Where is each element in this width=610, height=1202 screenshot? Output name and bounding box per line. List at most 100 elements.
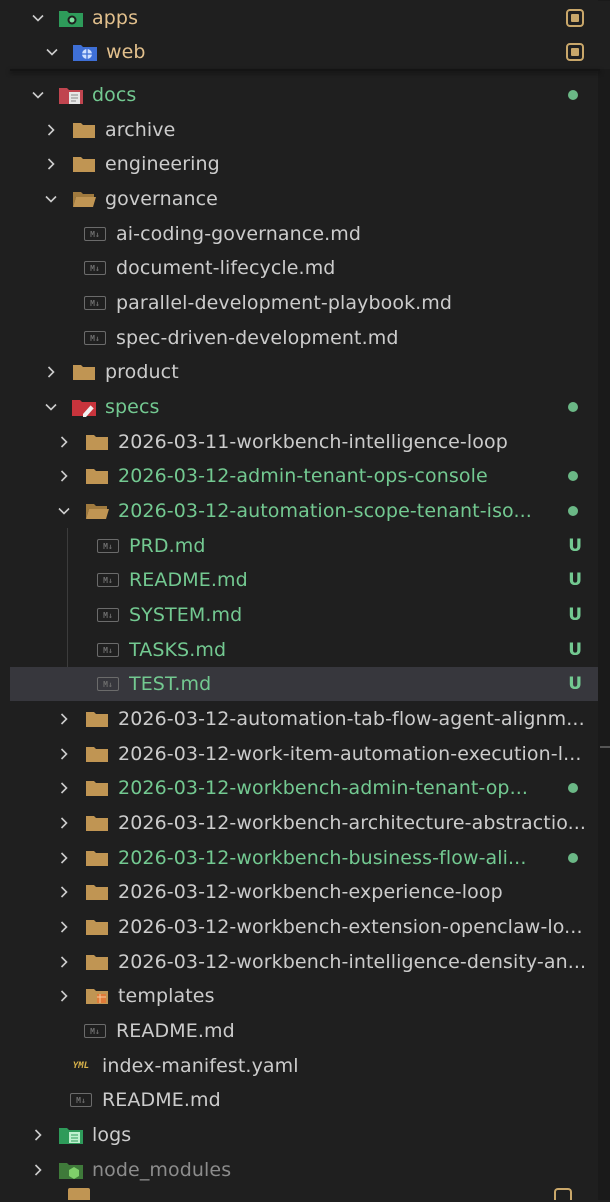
tree-folder-product[interactable]: product xyxy=(10,355,598,389)
tree-label: README.md xyxy=(102,1089,221,1111)
untracked-badge: U xyxy=(568,605,582,625)
tree-folder-docs[interactable]: docs xyxy=(10,78,598,112)
tree-folder-logs[interactable]: logs xyxy=(10,1118,598,1152)
tree-file-docs-readme[interactable]: M↓ README.md xyxy=(10,1083,598,1117)
tree-folder-specs[interactable]: specs xyxy=(10,390,598,424)
tree-label: product xyxy=(105,361,179,383)
folder-open-icon xyxy=(71,188,97,210)
git-status-dot xyxy=(568,90,578,100)
untracked-badge: U xyxy=(568,570,582,590)
folder-icon xyxy=(84,881,110,903)
git-status-dot xyxy=(568,506,578,516)
web-folder-icon xyxy=(72,41,98,63)
tree-label: README.md xyxy=(116,1020,235,1042)
tree-label: ai-coding-governance.md xyxy=(116,223,362,245)
tree-label: spec-driven-development.md xyxy=(116,327,399,349)
chevron-down-icon xyxy=(41,397,61,417)
tree-label: PRD.md xyxy=(129,535,206,557)
tree-file-parallel-development-playbook[interactable]: M↓ parallel-development-playbook.md xyxy=(10,286,598,320)
folder-icon xyxy=(84,708,110,730)
tree-folder-governance[interactable]: governance xyxy=(10,182,598,216)
logs-folder-icon xyxy=(58,1124,84,1146)
tree-label: README.md xyxy=(129,569,248,591)
tree-label: web xyxy=(106,41,146,63)
tree-label: logs xyxy=(92,1124,132,1146)
git-status-badge xyxy=(566,9,584,27)
tree-file-tasks[interactable]: M↓ TASKS.md U xyxy=(10,633,598,667)
vertical-scrollbar-track[interactable] xyxy=(598,0,610,1200)
tree-label: 2026-03-12-workbench-architecture-abstra… xyxy=(118,812,587,834)
chevron-right-icon xyxy=(54,744,74,764)
folder-icon xyxy=(84,465,110,487)
tree-label: 2026-03-12-automation-scope-tenant-iso..… xyxy=(118,500,532,522)
tree-label: 2026-03-12-automation-tab-flow-agent-ali… xyxy=(118,708,585,730)
chevron-right-icon xyxy=(54,917,74,937)
tree-folder-web[interactable]: web xyxy=(0,35,610,69)
templates-folder-icon xyxy=(84,985,110,1007)
chevron-right-icon xyxy=(54,848,74,868)
tree-label: specs xyxy=(105,396,160,418)
tree-file-specs-readme[interactable]: M↓ README.md xyxy=(10,1014,598,1048)
markdown-file-icon: M↓ xyxy=(82,257,108,279)
tree-folder-spec-expanded[interactable]: 2026-03-12-automation-scope-tenant-iso..… xyxy=(10,494,598,528)
tree-label: templates xyxy=(118,985,215,1007)
tree-folder-spec[interactable]: 2026-03-12-admin-tenant-ops-console xyxy=(10,459,598,493)
tree-folder-engineering[interactable]: engineering xyxy=(10,147,598,181)
tree-file-spec-driven-development[interactable]: M↓ spec-driven-development.md xyxy=(10,321,598,355)
markdown-file-icon: M↓ xyxy=(82,1020,108,1042)
chevron-right-icon xyxy=(54,986,74,1006)
docs-folder-icon xyxy=(58,84,84,106)
tree-label: document-lifecycle.md xyxy=(116,257,336,279)
tree-label: TASKS.md xyxy=(129,639,227,661)
chevron-down-icon xyxy=(54,501,74,521)
tree-label: governance xyxy=(105,188,218,210)
tree-folder-archive[interactable]: archive xyxy=(10,113,598,147)
tree-folder-spec[interactable]: 2026-03-12-workbench-architecture-abstra… xyxy=(10,806,598,840)
folder-icon xyxy=(84,777,110,799)
tree-file-readme[interactable]: M↓ README.md U xyxy=(10,563,598,597)
tree-label: 2026-03-12-workbench-extension-openclaw-… xyxy=(118,916,583,938)
tree-file-system[interactable]: M↓ SYSTEM.md U xyxy=(10,598,598,632)
tree-label: parallel-development-playbook.md xyxy=(116,292,453,314)
tree-file-prd[interactable]: M↓ PRD.md U xyxy=(10,529,598,563)
tree-label: TEST.md xyxy=(129,673,212,695)
tree-file-document-lifecycle[interactable]: M↓ document-lifecycle.md xyxy=(10,251,598,285)
git-status-dot xyxy=(568,853,578,863)
tree-folder-spec[interactable]: 2026-03-12-automation-tab-flow-agent-ali… xyxy=(10,702,598,736)
tree-folder-spec[interactable]: 2026-03-12-workbench-intelligence-densit… xyxy=(10,945,598,979)
untracked-badge: U xyxy=(568,674,582,694)
tree-label: archive xyxy=(105,119,176,141)
chevron-right-icon xyxy=(54,813,74,833)
folder-icon xyxy=(84,847,110,869)
tree-folder-apps[interactable]: apps xyxy=(0,1,610,35)
folder-icon xyxy=(84,951,110,973)
tree-folder-spec[interactable]: 2026-03-11-workbench-intelligence-loop xyxy=(10,425,598,459)
tree-label: 2026-03-12-workbench-business-flow-ali..… xyxy=(118,847,527,869)
folder-icon xyxy=(84,743,110,765)
tree-folder-spec[interactable]: 2026-03-12-workbench-experience-loop xyxy=(10,875,598,909)
tree-folder-spec[interactable]: 2026-03-12-workbench-admin-tenant-op... xyxy=(10,771,598,805)
markdown-file-icon: M↓ xyxy=(68,1089,94,1111)
markdown-file-icon: M↓ xyxy=(82,223,108,245)
chevron-down-icon xyxy=(28,8,48,28)
node-modules-folder-icon xyxy=(58,1159,84,1181)
tree-file-ai-coding-governance[interactable]: M↓ ai-coding-governance.md xyxy=(10,217,598,251)
folder-icon xyxy=(68,1188,90,1200)
tree-folder-spec[interactable]: 2026-03-12-workbench-extension-openclaw-… xyxy=(10,910,598,944)
scrollbar-marker xyxy=(600,746,610,748)
chevron-right-icon xyxy=(41,154,61,174)
tree-folder-spec[interactable]: 2026-03-12-work-item-automation-executio… xyxy=(10,737,598,771)
tree-file-test-selected[interactable]: M↓ TEST.md U xyxy=(10,667,598,701)
tree-file-index-manifest[interactable]: YML index-manifest.yaml xyxy=(10,1049,598,1083)
git-status-badge xyxy=(566,43,584,61)
chevron-right-icon xyxy=(28,1160,48,1180)
chevron-right-icon xyxy=(54,432,74,452)
chevron-right-icon xyxy=(54,778,74,798)
folder-icon xyxy=(84,812,110,834)
tree-folder-templates[interactable]: templates xyxy=(10,979,598,1013)
tree-label: index-manifest.yaml xyxy=(102,1055,299,1077)
markdown-file-icon: M↓ xyxy=(95,673,121,695)
tree-folder-node-modules[interactable]: node_modules xyxy=(10,1153,598,1187)
tree-folder-spec[interactable]: 2026-03-12-workbench-business-flow-ali..… xyxy=(10,841,598,875)
folder-open-icon xyxy=(84,500,110,522)
